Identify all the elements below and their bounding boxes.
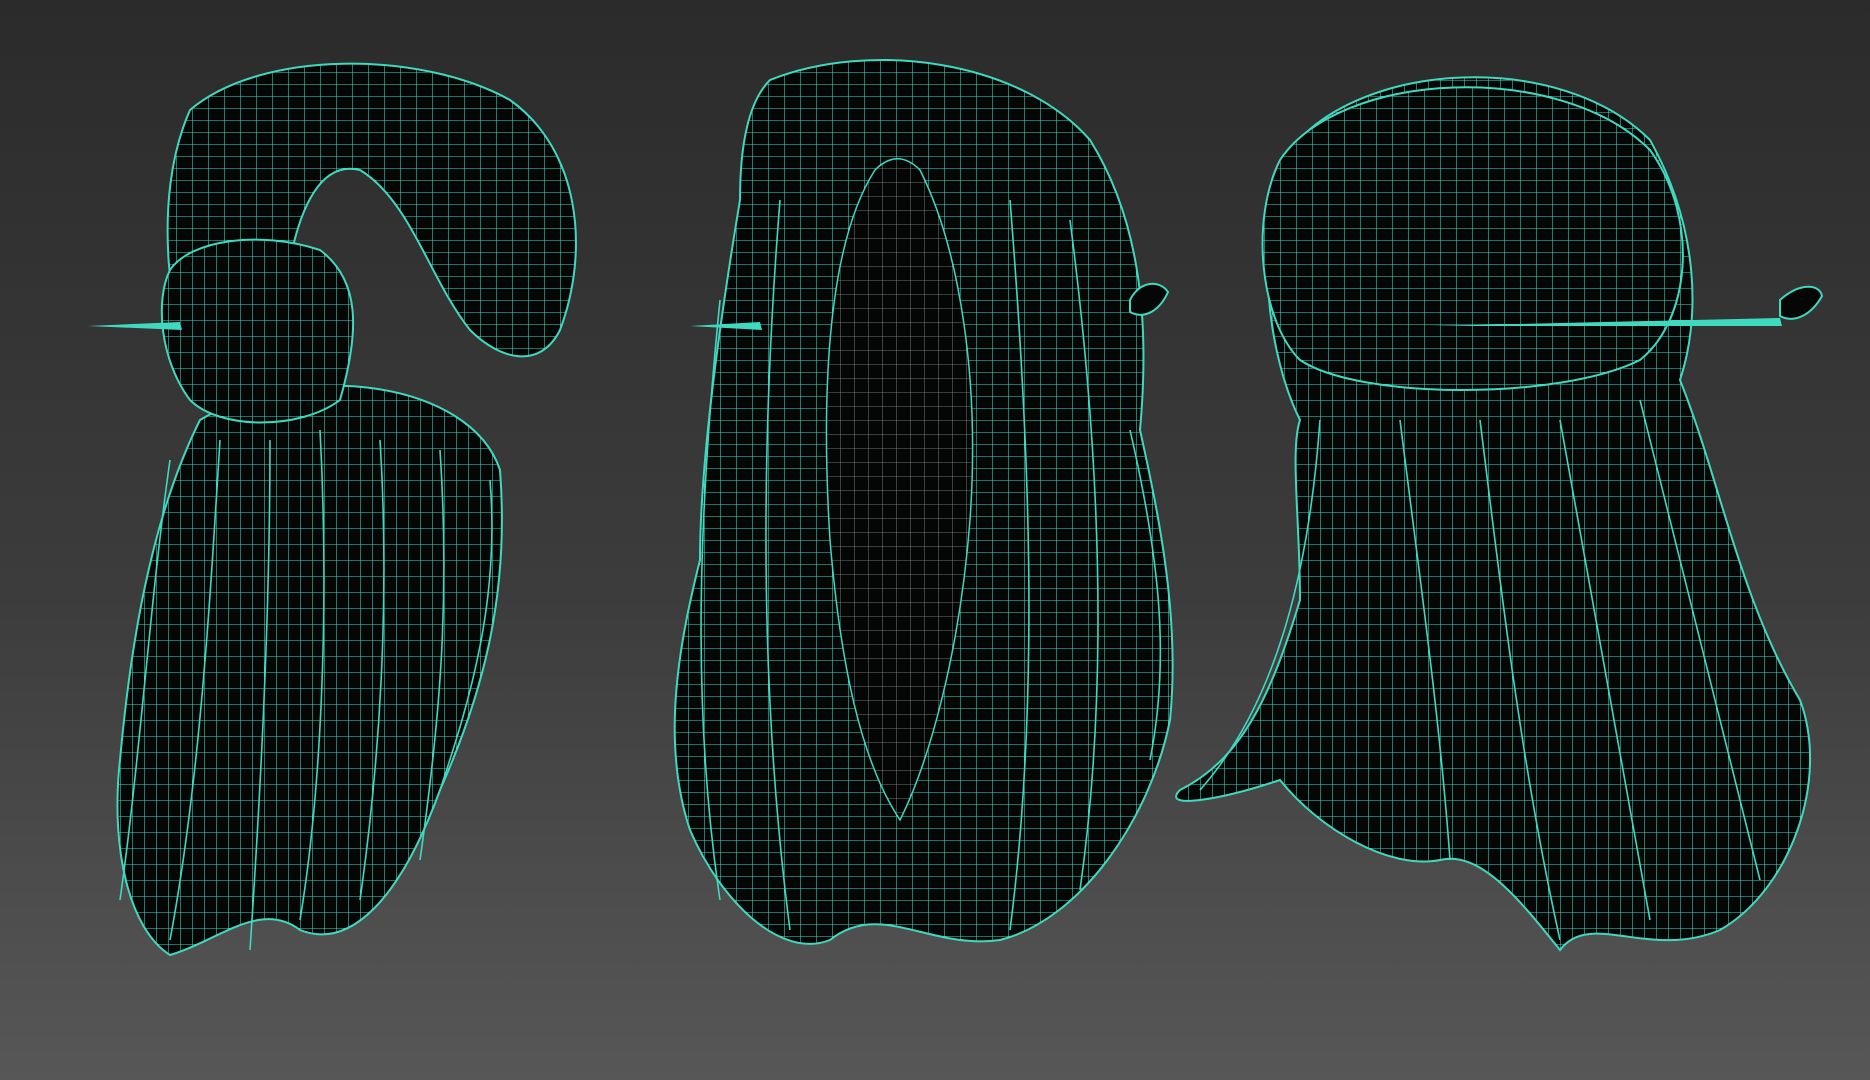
wireframe-scene bbox=[88, 59, 1824, 957]
3d-viewport[interactable] bbox=[0, 0, 1870, 1080]
hair-model-left[interactable] bbox=[88, 62, 577, 957]
hairpin-stick bbox=[88, 322, 182, 330]
hair-model-back[interactable] bbox=[1175, 76, 1824, 952]
hair-model-front[interactable] bbox=[673, 59, 1174, 945]
hairpin-ornament bbox=[1779, 285, 1824, 320]
